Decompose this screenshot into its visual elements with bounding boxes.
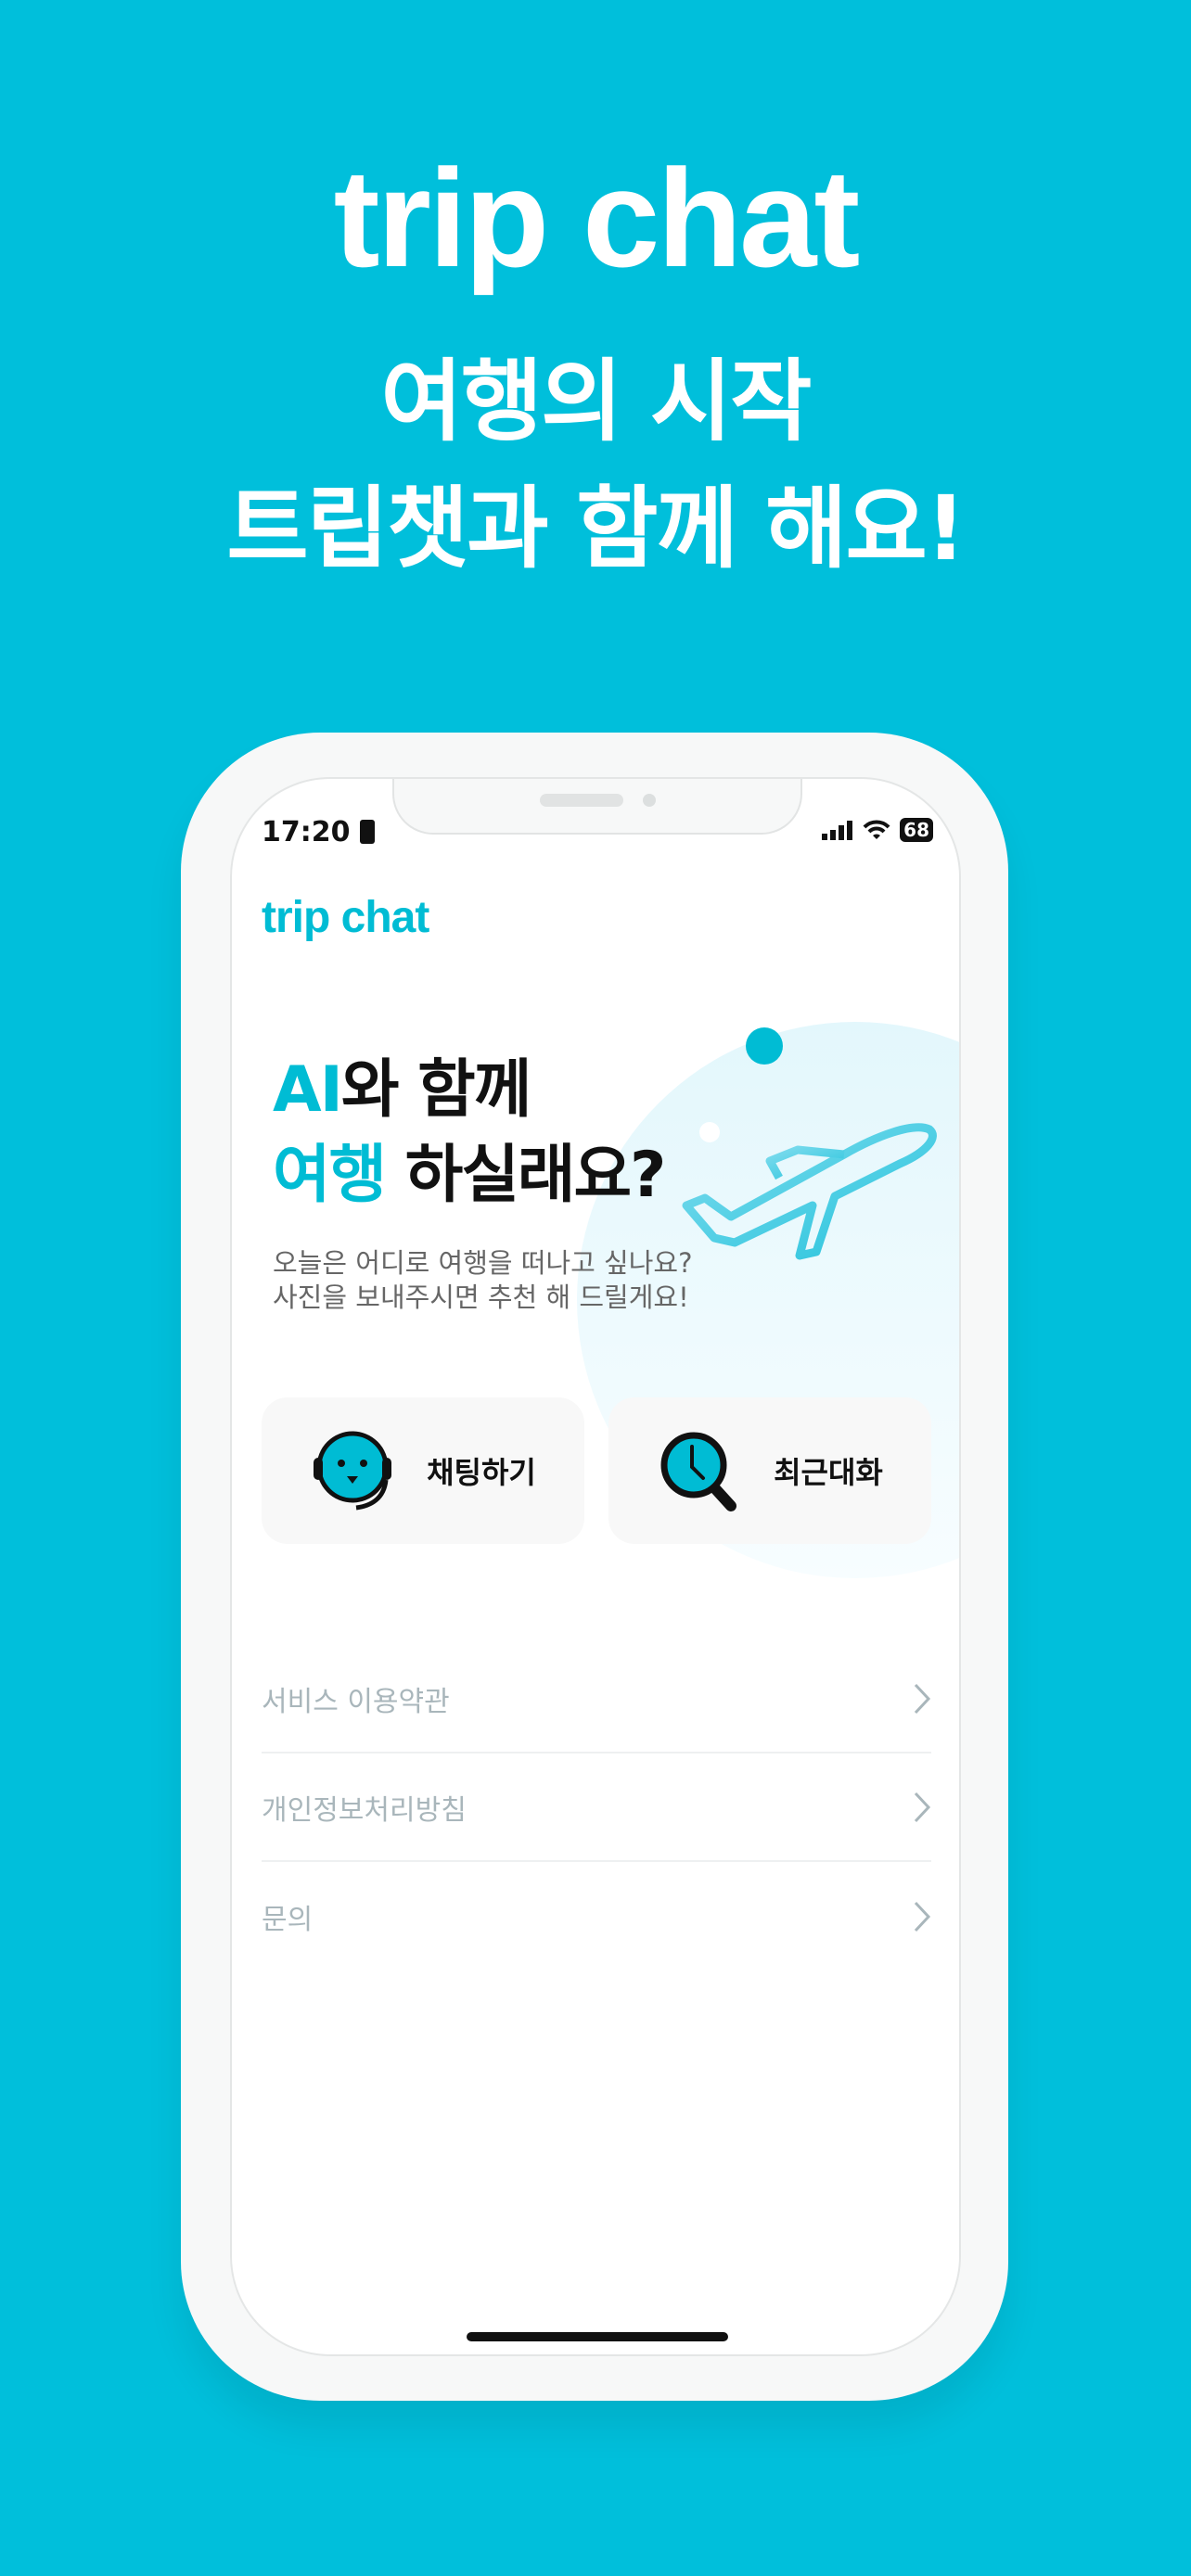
airplane-icon	[682, 1123, 937, 1260]
subtitle-line: 사진을 보내주시면 추천 해 드릴게요!	[273, 1282, 689, 1313]
chevron-right-icon	[914, 1683, 931, 1714]
signal-icon	[822, 821, 853, 840]
decor-dot	[746, 1027, 783, 1065]
headline-text: 와 함께	[340, 1053, 531, 1127]
camera	[643, 794, 656, 807]
headline: AI와 함께 여행 하실래요?	[273, 1048, 667, 1218]
chevron-right-icon	[914, 1901, 931, 1932]
menu-item-label: 서비스 이용약관	[262, 1685, 450, 1718]
subtitle-line: 오늘은 어디로 여행을 떠나고 싶나요?	[273, 1247, 693, 1279]
headset-face-icon	[314, 1431, 392, 1511]
headline-accent: AI	[273, 1053, 343, 1127]
speaker	[540, 794, 623, 807]
contact-icon	[359, 820, 375, 844]
home-indicator[interactable]	[467, 2332, 728, 2341]
clock-search-icon	[660, 1432, 737, 1511]
menu-item-label: 문의	[262, 1903, 314, 1936]
app-logo: trip chat	[262, 893, 429, 942]
promo-line-2: 트립챗과 함께 해요!	[226, 477, 966, 580]
status-time: 17:20	[262, 816, 375, 848]
chat-button[interactable]: 채팅하기	[262, 1397, 584, 1544]
subtitle: 오늘은 어디로 여행을 떠나고 싶나요? 사진을 보내주시면 추천 해 드릴게요…	[273, 1246, 692, 1315]
promo-line-1: 여행의 시작	[380, 350, 812, 453]
chat-button-label: 채팅하기	[427, 1455, 536, 1490]
time-text: 17:20	[262, 816, 351, 848]
menu-item-label: 개인정보처리방침	[262, 1793, 467, 1827]
notch	[392, 779, 802, 835]
promo-title: trip chat	[333, 140, 861, 296]
menu-item-privacy[interactable]: 개인정보처리방침	[262, 1753, 931, 1862]
menu-item-terms[interactable]: 서비스 이용약관	[262, 1645, 931, 1753]
status-icons: 68	[822, 818, 933, 842]
chevron-right-icon	[914, 1792, 931, 1822]
wifi-icon	[863, 820, 890, 839]
headline-text: 하실래요?	[385, 1139, 667, 1212]
recent-chats-button[interactable]: 최근대화	[608, 1397, 931, 1544]
menu-item-contact[interactable]: 문의	[262, 1862, 931, 1970]
headline-accent: 여행	[273, 1139, 387, 1212]
app-screen: 17:20 68 trip chat AI와 함께 여행 하실래요? 오늘은 어…	[230, 777, 961, 2356]
recent-chats-label: 최근대화	[774, 1455, 883, 1490]
battery-icon: 68	[900, 818, 933, 842]
